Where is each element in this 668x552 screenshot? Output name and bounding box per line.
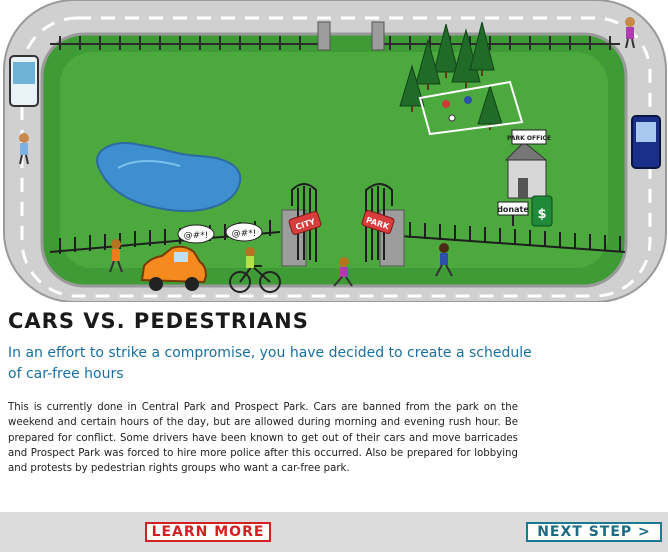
park-scene: PARK OFFICE donate $ CITY PARK @#*! @#*! [0, 0, 668, 302]
learn-more-button[interactable]: LEARN MORE [145, 522, 271, 542]
ball [448, 114, 456, 122]
bus-right-window [636, 122, 656, 142]
car-wheel [149, 277, 163, 291]
player [464, 96, 472, 104]
page-subtitle: In an effort to strike a compromise, you… [8, 345, 532, 382]
description-text: This is currently done in Central Park a… [8, 402, 518, 475]
car-wheel [185, 277, 199, 291]
donate-sign-text: donate [497, 205, 529, 214]
speech-bubble-cyclist-text: @#*! [232, 229, 257, 239]
dollar-icon: $ [537, 207, 546, 222]
cyclist-body [246, 256, 254, 268]
park-illustration: PARK OFFICE donate $ CITY PARK @#*! @#*! [3, 0, 667, 302]
gate-pillar-top-right [371, 21, 385, 51]
game-frame: PARK OFFICE donate $ CITY PARK @#*! @#*!… [0, 0, 668, 552]
speech-bubble-driver-text: @#*! [184, 231, 209, 241]
next-step-button[interactable]: NEXT STEP > [526, 522, 662, 542]
car-window [174, 252, 188, 262]
page-title: Cars vs. Pedestrians [8, 309, 309, 333]
cyclist-head [245, 247, 255, 257]
player [442, 100, 450, 108]
bus-left-window [13, 62, 35, 84]
office-door [518, 178, 528, 198]
gate-pillar-top-left [317, 21, 331, 51]
park-office-sign-text: PARK OFFICE [507, 135, 551, 142]
